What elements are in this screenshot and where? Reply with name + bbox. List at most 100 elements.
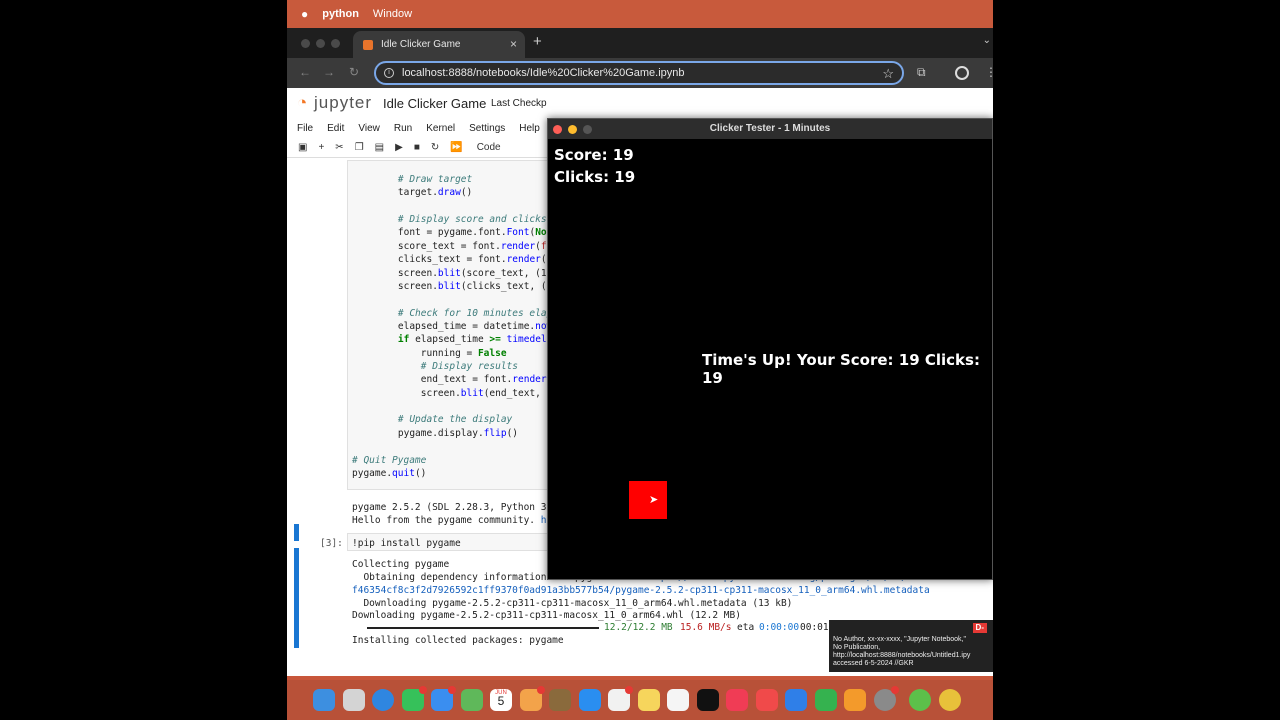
reminders-icon[interactable] (608, 686, 633, 711)
close-button[interactable] (553, 125, 562, 134)
code-line: # Draw target (375, 174, 473, 185)
menu-file[interactable]: File (297, 123, 313, 134)
jupyter-logo-text: jupyter (314, 93, 373, 112)
new-tab-icon[interactable]: + (533, 33, 542, 50)
pygame-title-bar: Clicker Tester - 1 Minutes (548, 119, 992, 139)
bookmark-star-icon[interactable]: ☆ (882, 66, 894, 82)
mouse-cursor-icon: ➤ (649, 494, 659, 506)
jupyter-favicon-icon (363, 39, 373, 50)
menu-settings[interactable]: Settings (469, 123, 505, 134)
messages-icon[interactable] (401, 686, 427, 711)
mail-icon[interactable] (431, 686, 456, 711)
menu-run[interactable]: Run (394, 123, 412, 134)
menu-help[interactable]: Help (519, 123, 540, 134)
notes-icon[interactable] (637, 689, 660, 711)
output-collecting: Collecting pygame (352, 559, 450, 570)
progress-eta: 0:00:00 (759, 622, 800, 633)
minimize-button[interactable] (568, 125, 577, 134)
code-line: # Check for 10 minutes elapsed (375, 308, 570, 319)
paste-icon[interactable]: ▤ (375, 142, 384, 153)
code-line: target.draw() (375, 187, 473, 198)
pygame-window: Clicker Tester - 1 Minutes Score: 19 Cli… (547, 118, 993, 580)
pip-command: !pip install pygame (352, 538, 461, 549)
news-icon[interactable] (755, 689, 778, 711)
output-downloading-whl: Downloading pygame-2.5.2-cp311-cp311-mac… (352, 610, 741, 621)
more-menu-icon[interactable]: ⋮ (985, 65, 993, 79)
pages-icon[interactable] (844, 689, 866, 711)
music-icon[interactable] (726, 689, 748, 711)
badge-icon (418, 686, 427, 694)
freeform-icon[interactable] (667, 689, 689, 711)
menu-edit[interactable]: Edit (327, 123, 344, 134)
zotero-icon[interactable] (909, 689, 931, 711)
notes-app-icon[interactable] (549, 689, 571, 711)
browser-tab[interactable]: Idle Clicker Game × (353, 31, 525, 58)
profile-icon[interactable] (955, 66, 969, 80)
minimize-light[interactable] (316, 39, 325, 48)
cell-selection-bar (294, 524, 299, 541)
maps-icon[interactable] (460, 689, 483, 711)
photos-icon[interactable] (519, 686, 545, 711)
menu-kernel[interactable]: Kernel (426, 123, 455, 134)
cell-prompt: [3]: (320, 538, 343, 549)
code-line: screen.blit(score_text, (10, 1 (375, 268, 570, 279)
jupyter-logo[interactable]: ◔ jupyter (297, 93, 372, 113)
address-bar[interactable]: i localhost:8888/notebooks/Idle%20Clicke… (374, 61, 904, 85)
chrome-icon[interactable] (938, 689, 961, 711)
keynote-icon[interactable] (785, 689, 807, 711)
click-target[interactable] (629, 481, 667, 519)
safari-icon[interactable] (372, 689, 394, 711)
run-icon[interactable]: ▶ (395, 142, 403, 153)
cut-icon[interactable]: ✂ (335, 142, 343, 153)
cell-type-select[interactable]: Code (477, 142, 501, 153)
zoom-light[interactable] (331, 39, 340, 48)
tab-bar: Idle Clicker Game × + ⌄ (287, 28, 993, 58)
code-line: font = pygame.font.Font(None, (375, 227, 564, 238)
fast-forward-icon[interactable]: ⏩ (450, 142, 462, 153)
chevron-down-icon[interactable]: ⌄ (983, 35, 991, 46)
output-hello-link[interactable]: h (541, 515, 547, 526)
progress-elapsed: 00:01 (800, 622, 829, 633)
copy-icon[interactable]: ❐ (355, 142, 364, 153)
close-tab-icon[interactable]: × (510, 37, 517, 51)
citation-popup: D- No Author, xx-xx-xxxx, "Jupyter Noteb… (829, 620, 993, 672)
notebook-title[interactable]: Idle Clicker Game (383, 96, 486, 111)
output-installing: Installing collected packages: pygame (352, 635, 564, 646)
menu-view[interactable]: View (358, 123, 380, 134)
numbers-icon[interactable] (814, 689, 837, 711)
add-cell-icon[interactable]: + (318, 142, 324, 153)
site-info-icon[interactable]: i (384, 68, 394, 78)
zoom-button[interactable] (583, 125, 592, 134)
tab-title: Idle Clicker Game (381, 39, 461, 50)
end-message: Time's Up! Your Score: 19 Clicks: 19 (702, 351, 980, 387)
jupyter-logo-icon: ◔ (297, 93, 309, 112)
restart-icon[interactable]: ↻ (431, 142, 439, 153)
back-icon[interactable]: ← (299, 65, 311, 79)
jupyter-header: ◔ jupyter Idle Clicker Game Last Checkp (287, 88, 993, 118)
citation-line: No Publication, (833, 644, 881, 651)
app-store-icon[interactable] (578, 689, 601, 711)
output-link-line[interactable]: f46354cf8c3f2d7926592c1ff9370f0ad91a3bb5… (352, 585, 930, 596)
settings-icon[interactable] (873, 686, 899, 711)
save-icon[interactable]: ▣ (298, 142, 307, 153)
calendar-icon[interactable]: JUN 5 (490, 689, 512, 711)
launchpad-icon[interactable] (342, 689, 365, 711)
code-line: if elapsed_time >= timedelta(m (397, 334, 570, 345)
extensions-icon[interactable]: ⧉ (917, 65, 926, 80)
output-pygame-version: pygame 2.5.2 (SDL 2.28.3, Python 3 (352, 502, 547, 513)
code-line: running = False (375, 348, 507, 359)
menu-window[interactable]: Window (373, 8, 412, 20)
apple-tv-icon[interactable] (696, 689, 719, 711)
forward-icon[interactable]: → (323, 65, 335, 79)
reload-icon[interactable]: ↻ (349, 65, 359, 79)
close-light[interactable] (301, 39, 310, 48)
apple-icon[interactable]: ● (301, 7, 308, 21)
citation-badge: D- (972, 623, 987, 633)
code-line: # Quit Pygame (352, 455, 427, 466)
stop-icon[interactable]: ■ (414, 142, 420, 153)
app-menu-python[interactable]: python (322, 8, 359, 20)
citation-line: No Author, xx-xx-xxxx, "Jupyter Notebook… (833, 636, 966, 643)
finder-icon[interactable] (313, 689, 335, 711)
output-downloading-meta: Downloading pygame-2.5.2-cp311-cp311-mac… (352, 598, 793, 609)
citation-line: accessed 6-5-2024 //GKR (833, 660, 914, 667)
